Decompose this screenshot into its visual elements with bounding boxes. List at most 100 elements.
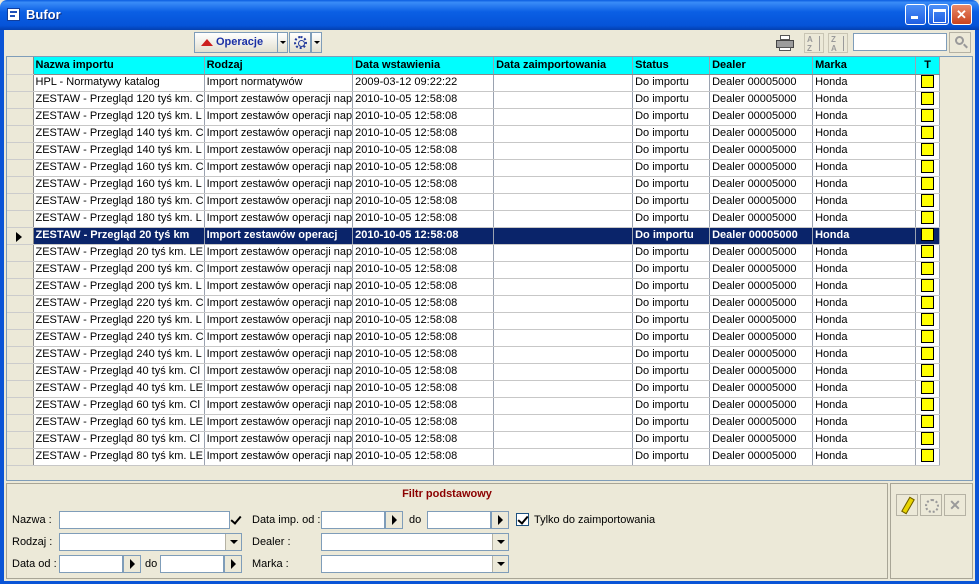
cell-rodzaj[interactable]: Import zestawów operacji nap	[204, 431, 354, 449]
table-row[interactable]: ZESTAW - Przegląd 60 tyś km. Cl Import ze…	[7, 397, 941, 415]
cell-data-zaimportowania[interactable]	[493, 448, 634, 466]
maximize-button[interactable]	[928, 4, 949, 25]
cell-data-zaimportowania[interactable]	[493, 91, 634, 109]
table-row[interactable]: ZESTAW - Przegląd 240 tyś km. C Import ze…	[7, 329, 941, 347]
search-input[interactable]	[853, 33, 947, 51]
cell-marka[interactable]: Honda	[812, 91, 917, 109]
cell-rodzaj[interactable]: Import zestawów operacji nap	[204, 363, 354, 381]
cell-t[interactable]	[915, 142, 941, 160]
cell-marka[interactable]: Honda	[812, 74, 917, 92]
cell-rodzaj[interactable]: Import zestawów operacji nap	[204, 108, 354, 126]
cell-nazwa[interactable]: ZESTAW - Przegląd 40 tyś km. Cl	[33, 363, 205, 381]
cell-rodzaj[interactable]: Import zestawów operacji nap	[204, 91, 354, 109]
cell-nazwa[interactable]: ZESTAW - Przegląd 200 tyś km. L	[33, 278, 205, 296]
cell-dealer[interactable]: Dealer 00005000	[709, 91, 814, 109]
cell-status[interactable]: Do importu	[632, 431, 711, 449]
cell-dealer[interactable]: Dealer 00005000	[709, 329, 814, 347]
cell-rodzaj[interactable]: Import zestawów operacji nap	[204, 261, 354, 279]
cell-rodzaj[interactable]: Import zestawów operacj	[204, 227, 354, 245]
cell-nazwa[interactable]: ZESTAW - Przegląd 40 tyś km. LE	[33, 380, 205, 398]
table-row[interactable]: ZESTAW - Przegląd 120 tyś km. C Import ze…	[7, 91, 941, 109]
cell-marka[interactable]: Honda	[812, 346, 917, 364]
row-indicator[interactable]	[7, 91, 34, 109]
table-row[interactable]: ZESTAW - Przegląd 20 tyś km. LE Import ze…	[7, 244, 941, 262]
cell-marka[interactable]: Honda	[812, 261, 917, 279]
table-row[interactable]: ZESTAW - Przegląd 80 tyś km. Cl Import ze…	[7, 431, 941, 449]
cell-dealer[interactable]: Dealer 00005000	[709, 278, 814, 296]
cell-rodzaj[interactable]: Import zestawów operacji nap	[204, 210, 354, 228]
cell-status[interactable]: Do importu	[632, 91, 711, 109]
cell-data-zaimportowania[interactable]	[493, 414, 634, 432]
cell-status[interactable]: Do importu	[632, 125, 711, 143]
table-row[interactable]: ZESTAW - Przegląd 180 tyś km. L Import ze…	[7, 210, 941, 228]
cell-data-wstawienia[interactable]: 2010-10-05 12:58:08	[352, 210, 495, 228]
operations-button[interactable]: Operacje	[194, 32, 278, 53]
cell-data-zaimportowania[interactable]	[493, 380, 634, 398]
cell-marka[interactable]: Honda	[812, 380, 917, 398]
table-row[interactable]: ZESTAW - Przegląd 200 tyś km. C Import ze…	[7, 261, 941, 279]
cell-nazwa[interactable]: ZESTAW - Przegląd 120 tyś km. L	[33, 108, 205, 126]
table-row[interactable]: ZESTAW - Przegląd 60 tyś km. LE Import ze…	[7, 414, 941, 432]
cell-marka[interactable]: Honda	[812, 414, 917, 432]
cell-status[interactable]: Do importu	[632, 210, 711, 228]
app-icon[interactable]	[7, 8, 20, 21]
cell-marka[interactable]: Honda	[812, 278, 917, 296]
cell-data-zaimportowania[interactable]	[493, 74, 634, 92]
cell-data-zaimportowania[interactable]	[493, 142, 634, 160]
cell-nazwa[interactable]: ZESTAW - Przegląd 220 tyś km. L	[33, 312, 205, 330]
cell-marka[interactable]: Honda	[812, 176, 917, 194]
cell-t[interactable]	[915, 261, 941, 279]
cell-data-zaimportowania[interactable]	[493, 108, 634, 126]
cell-dealer[interactable]: Dealer 00005000	[709, 312, 814, 330]
cell-dealer[interactable]: Dealer 00005000	[709, 448, 814, 466]
cell-data-wstawienia[interactable]: 2010-10-05 12:58:08	[352, 244, 495, 262]
row-indicator[interactable]	[7, 125, 34, 143]
cell-t[interactable]	[915, 227, 941, 245]
column-header-t[interactable]: T	[915, 57, 941, 75]
cell-data-zaimportowania[interactable]	[493, 312, 634, 330]
table-row[interactable]: ZESTAW - Przegląd 120 tyś km. L Import ze…	[7, 108, 941, 126]
cell-marka[interactable]: Honda	[812, 108, 917, 126]
print-icon[interactable]	[776, 35, 794, 51]
cell-data-wstawienia[interactable]: 2010-10-05 12:58:08	[352, 329, 495, 347]
cell-dealer[interactable]: Dealer 00005000	[709, 431, 814, 449]
row-indicator[interactable]	[7, 108, 34, 126]
imp-date-to-input[interactable]	[427, 511, 491, 529]
cell-status[interactable]: Do importu	[632, 159, 711, 177]
row-indicator[interactable]	[7, 142, 34, 160]
cell-data-zaimportowania[interactable]	[493, 210, 634, 228]
cell-t[interactable]	[915, 193, 941, 211]
cell-t[interactable]	[915, 431, 941, 449]
cell-status[interactable]: Do importu	[632, 329, 711, 347]
cell-dealer[interactable]: Dealer 00005000	[709, 346, 814, 364]
cell-data-wstawienia[interactable]: 2010-10-05 12:58:08	[352, 448, 495, 466]
cell-nazwa[interactable]: ZESTAW - Przegląd 160 tyś km. C	[33, 159, 205, 177]
sort-descending-icon[interactable]: ZA	[828, 33, 848, 53]
cell-data-wstawienia[interactable]: 2010-10-05 12:58:08	[352, 397, 495, 415]
cell-dealer[interactable]: Dealer 00005000	[709, 159, 814, 177]
cell-dealer[interactable]: Dealer 00005000	[709, 295, 814, 313]
import-buffer-grid[interactable]: Nazwa importu Rodzaj Data wstawienia Dat…	[6, 56, 973, 481]
cell-data-zaimportowania[interactable]	[493, 363, 634, 381]
cell-status[interactable]: Do importu	[632, 397, 711, 415]
cell-status[interactable]: Do importu	[632, 142, 711, 160]
column-header-data-wstawienia[interactable]: Data wstawienia	[352, 57, 495, 75]
cell-marka[interactable]: Honda	[812, 329, 917, 347]
imp-date-from-input[interactable]	[321, 511, 385, 529]
table-row[interactable]: ZESTAW - Przegląd 40 tyś km. Cl Import ze…	[7, 363, 941, 381]
cell-status[interactable]: Do importu	[632, 346, 711, 364]
date-to-input[interactable]	[160, 555, 224, 573]
row-indicator[interactable]	[7, 346, 34, 364]
cell-rodzaj[interactable]: Import zestawów operacji nap	[204, 176, 354, 194]
cell-data-wstawienia[interactable]: 2010-10-05 12:58:08	[352, 346, 495, 364]
row-indicator[interactable]	[7, 227, 34, 245]
row-indicator[interactable]	[7, 431, 34, 449]
table-row[interactable]: ZESTAW - Przegląd 40 tyś km. LE Import ze…	[7, 380, 941, 398]
table-row[interactable]: ZESTAW - Przegląd 140 tyś km. L Import ze…	[7, 142, 941, 160]
cell-nazwa[interactable]: ZESTAW - Przegląd 240 tyś km. L	[33, 346, 205, 364]
cell-data-zaimportowania[interactable]	[493, 159, 634, 177]
table-row[interactable]: ZESTAW - Przegląd 200 tyś km. L Import ze…	[7, 278, 941, 296]
cell-nazwa[interactable]: ZESTAW - Przegląd 80 tyś km. LE	[33, 448, 205, 466]
cell-t[interactable]	[915, 125, 941, 143]
cell-nazwa[interactable]: ZESTAW - Przegląd 240 tyś km. C	[33, 329, 205, 347]
